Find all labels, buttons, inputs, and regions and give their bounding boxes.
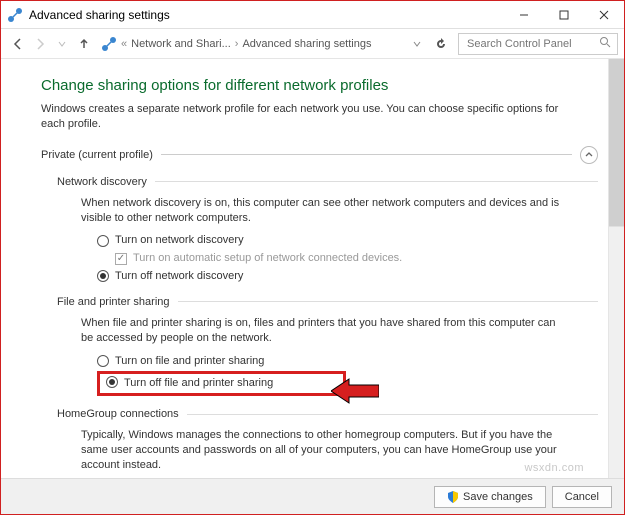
watermark: wsxdn.com <box>524 462 584 474</box>
radio-label: Turn off file and printer sharing <box>124 376 273 391</box>
breadcrumb-dropdown[interactable] <box>406 33 428 55</box>
radio-icon <box>106 376 118 388</box>
minimize-button[interactable] <box>504 1 544 29</box>
radio-icon <box>97 355 109 367</box>
radio-label: Turn off network discovery <box>115 269 243 284</box>
highlight-annotation: Turn off file and printer sharing <box>97 371 346 396</box>
search-icon <box>599 36 611 51</box>
checkbox-label: Turn on automatic setup of network conne… <box>133 251 402 266</box>
network-discovery-desc: When network discovery is on, this compu… <box>81 196 568 226</box>
back-button[interactable] <box>7 33 29 55</box>
radio-fp-on[interactable]: Turn on file and printer sharing <box>97 354 598 369</box>
breadcrumb-prefix: « <box>121 38 127 50</box>
forward-button[interactable] <box>29 33 51 55</box>
page-title: Change sharing options for different net… <box>41 77 598 94</box>
radio-nd-off[interactable]: Turn off network discovery <box>97 269 598 284</box>
breadcrumb[interactable]: « Network and Shari... › Advanced sharin… <box>101 36 406 52</box>
arrow-annotation <box>331 377 379 405</box>
footer-bar: Save changes Cancel <box>1 478 624 514</box>
search-box[interactable] <box>458 33 618 55</box>
network-icon <box>101 36 117 52</box>
radio-label: Turn on file and printer sharing <box>115 354 264 369</box>
cancel-button[interactable]: Cancel <box>552 486 612 508</box>
refresh-button[interactable] <box>430 33 452 55</box>
radio-nd-on[interactable]: Turn on network discovery <box>97 233 598 248</box>
breadcrumb-item-2[interactable]: Advanced sharing settings <box>242 38 371 50</box>
content-pane: Change sharing options for different net… <box>1 59 608 478</box>
recent-dropdown[interactable] <box>51 33 73 55</box>
divider <box>178 301 598 302</box>
scrollbar[interactable] <box>608 59 624 478</box>
search-input[interactable] <box>465 37 595 51</box>
divider <box>161 154 572 155</box>
collapse-button[interactable] <box>580 146 598 164</box>
homegroup-desc: Typically, Windows manages the connectio… <box>81 428 568 473</box>
window-title: Advanced sharing settings <box>29 8 504 22</box>
radio-icon <box>97 235 109 247</box>
page-intro: Windows creates a separate network profi… <box>41 102 568 132</box>
profile-private-header: Private (current profile) <box>41 149 153 161</box>
button-label: Save changes <box>463 491 533 503</box>
button-label: Cancel <box>565 491 599 503</box>
checkbox-nd-auto: ✓ Turn on automatic setup of network con… <box>115 251 598 266</box>
window-titlebar: Advanced sharing settings <box>1 1 624 29</box>
chevron-right-icon: › <box>235 38 239 50</box>
divider <box>187 414 598 415</box>
nav-bar: « Network and Shari... › Advanced sharin… <box>1 29 624 59</box>
radio-icon <box>97 270 109 282</box>
up-button[interactable] <box>73 33 95 55</box>
save-changes-button[interactable]: Save changes <box>434 486 546 508</box>
breadcrumb-item-1[interactable]: Network and Shari... <box>131 38 231 50</box>
maximize-button[interactable] <box>544 1 584 29</box>
file-printer-desc: When file and printer sharing is on, fil… <box>81 316 568 346</box>
network-discovery-header: Network discovery <box>57 176 147 188</box>
shield-icon <box>447 491 459 503</box>
network-icon <box>7 7 23 23</box>
file-printer-header: File and printer sharing <box>57 296 170 308</box>
homegroup-header: HomeGroup connections <box>57 408 179 420</box>
radio-label: Turn on network discovery <box>115 233 244 248</box>
divider <box>155 181 598 182</box>
close-button[interactable] <box>584 1 624 29</box>
checkbox-icon: ✓ <box>115 253 127 265</box>
